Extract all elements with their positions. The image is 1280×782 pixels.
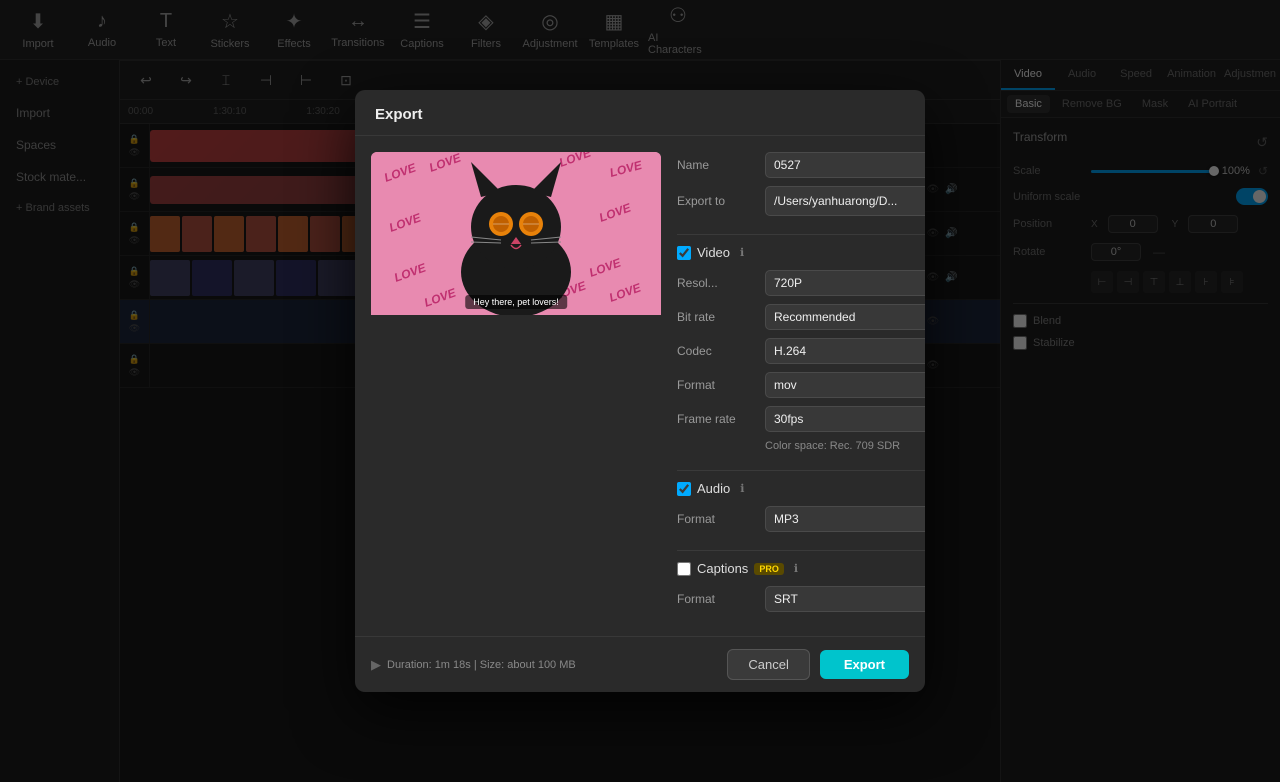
resolution-label: Resol... — [677, 276, 757, 290]
preview-caption: Hey there, pet lovers! — [465, 295, 567, 309]
resolution-select[interactable]: 720P 1080P 4K — [765, 270, 925, 296]
pro-badge: PRO — [754, 563, 784, 575]
form-divider-1 — [677, 234, 925, 235]
audio-info-icon: ℹ — [740, 482, 744, 495]
bitrate-label: Bit rate — [677, 310, 757, 324]
audio-format-select-wrapper: MP3 AAC WAV ▾ — [765, 506, 925, 532]
cancel-button[interactable]: Cancel — [727, 649, 809, 680]
form-area: Name Export to 📁 Video ℹ — [677, 152, 925, 620]
format-video-select[interactable]: mov mp4 — [765, 372, 925, 398]
captions-checkbox[interactable] — [677, 562, 691, 576]
captions-format-row: Format SRT VTT ▾ — [677, 586, 925, 612]
dialog-title: Export — [355, 90, 925, 136]
duration-size-text: Duration: 1m 18s | Size: about 100 MB — [387, 659, 576, 671]
preview-svg: LOVE LOVE LOVE LOVE LOVE LOVE LOVE LOVE … — [371, 152, 661, 315]
captions-format-select-wrapper: SRT VTT ▾ — [765, 586, 925, 612]
export-path-input[interactable] — [766, 189, 925, 213]
name-row: Name — [677, 152, 925, 178]
codec-select[interactable]: H.264 H.265 ProRes — [765, 338, 925, 364]
audio-format-row: Format MP3 AAC WAV ▾ — [677, 506, 925, 532]
video-section-header: Video ℹ — [677, 245, 925, 260]
audio-checkbox[interactable] — [677, 482, 691, 496]
export-path-input-wrapper: 📁 — [765, 186, 925, 216]
name-label: Name — [677, 158, 757, 172]
audio-format-label: Format — [677, 512, 757, 526]
preview-box: LOVE LOVE LOVE LOVE LOVE LOVE LOVE LOVE … — [371, 152, 661, 620]
framerate-select-wrapper: 30fps 24fps 60fps ▾ — [765, 406, 925, 432]
dialog-overlay: Export LOVE LOVE LOVE LOVE LOVE LOVE L — [0, 0, 1280, 782]
colorspace-row: Color space: Rec. 709 SDR — [677, 440, 925, 452]
video-section-label: Video — [697, 245, 730, 260]
captions-section-header: Captions PRO ℹ — [677, 561, 925, 576]
bitrate-row: Bit rate Recommended Low High ▾ — [677, 304, 925, 330]
export-to-row: Export to 📁 — [677, 186, 925, 216]
codec-label: Codec — [677, 344, 757, 358]
form-divider-2 — [677, 470, 925, 471]
codec-select-wrapper: H.264 H.265 ProRes ▾ — [765, 338, 925, 364]
captions-format-select[interactable]: SRT VTT — [765, 586, 925, 612]
framerate-label: Frame rate — [677, 412, 757, 426]
video-info-icon: ℹ — [740, 246, 744, 259]
audio-section-header: Audio ℹ — [677, 481, 925, 496]
footer-info: ▶ Duration: 1m 18s | Size: about 100 MB — [371, 657, 717, 673]
bitrate-select[interactable]: Recommended Low High — [765, 304, 925, 330]
codec-row: Codec H.264 H.265 ProRes ▾ — [677, 338, 925, 364]
audio-section-label: Audio — [697, 481, 730, 496]
preview-image: LOVE LOVE LOVE LOVE LOVE LOVE LOVE LOVE … — [371, 152, 661, 315]
captions-section-label: Captions — [697, 561, 748, 576]
format-row: Format mov mp4 ▾ — [677, 372, 925, 398]
video-file-icon: ▶ — [371, 657, 381, 673]
video-checkbox[interactable] — [677, 246, 691, 260]
colorspace-value: Color space: Rec. 709 SDR — [765, 440, 900, 452]
framerate-select[interactable]: 30fps 24fps 60fps — [765, 406, 925, 432]
resolution-select-wrapper: 720P 1080P 4K ▾ — [765, 270, 925, 296]
format-video-label: Format — [677, 378, 757, 392]
bitrate-select-wrapper: Recommended Low High ▾ — [765, 304, 925, 330]
export-dialog: Export LOVE LOVE LOVE LOVE LOVE LOVE L — [355, 90, 925, 692]
format-video-select-wrapper: mov mp4 ▾ — [765, 372, 925, 398]
name-input[interactable] — [765, 152, 925, 178]
export-to-label: Export to — [677, 194, 757, 208]
captions-info-icon: ℹ — [794, 562, 798, 575]
captions-format-label: Format — [677, 592, 757, 606]
audio-format-select[interactable]: MP3 AAC WAV — [765, 506, 925, 532]
dialog-body: LOVE LOVE LOVE LOVE LOVE LOVE LOVE LOVE … — [355, 136, 925, 636]
export-button[interactable]: Export — [820, 650, 909, 679]
form-divider-3 — [677, 550, 925, 551]
resolution-row: Resol... 720P 1080P 4K ▾ — [677, 270, 925, 296]
framerate-row: Frame rate 30fps 24fps 60fps ▾ — [677, 406, 925, 432]
dialog-footer: ▶ Duration: 1m 18s | Size: about 100 MB … — [355, 636, 925, 692]
